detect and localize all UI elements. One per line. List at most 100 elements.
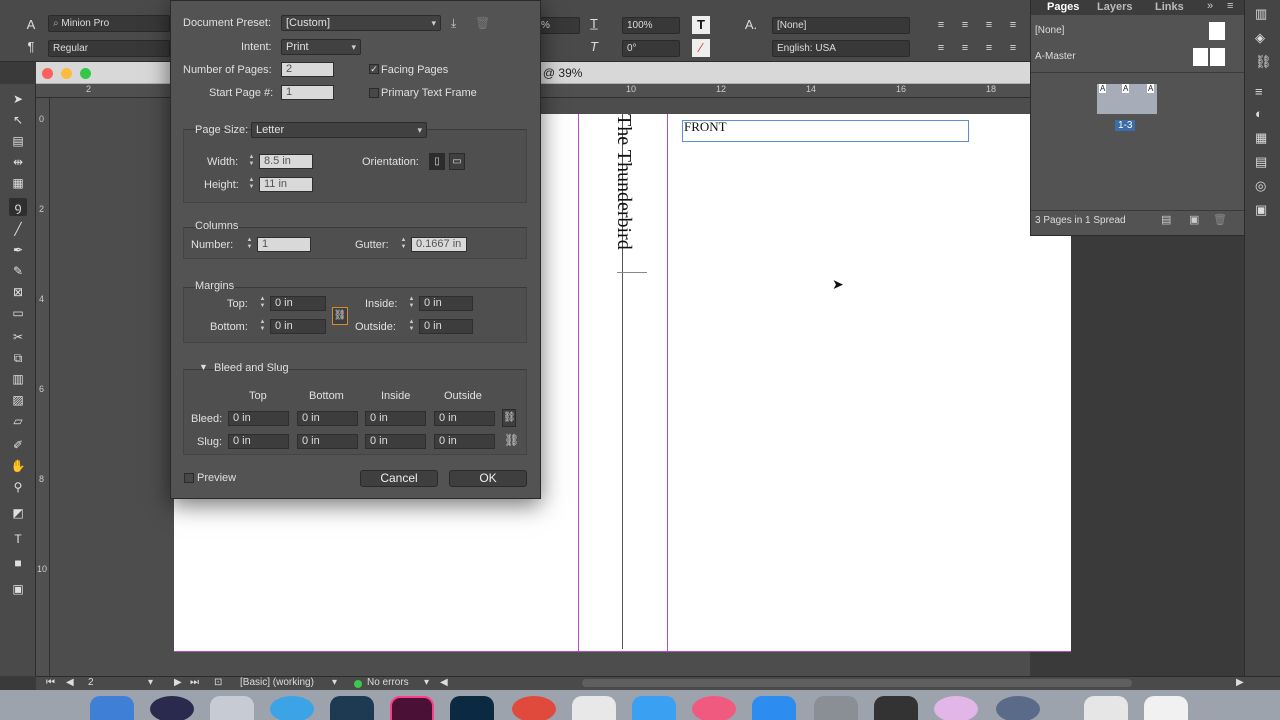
page-front[interactable]: FRONT [668,114,1071,651]
link-bleed-icon[interactable]: ⛓ [502,409,516,427]
last-page-icon[interactable]: ⏭ [190,677,199,688]
outside-field[interactable]: 0 in [419,319,473,334]
disk-utility-icon[interactable] [996,696,1040,720]
intent-select[interactable]: Print [281,39,361,55]
scroll-left-icon[interactable]: ◀ [440,677,448,688]
page-spine[interactable]: The Thunderbird [578,114,668,651]
swatches-panel-icon[interactable]: ▦ [1255,130,1267,146]
layers-panel-icon[interactable]: ◈ [1255,30,1265,46]
text-wrap-icon[interactable]: ▣ [1255,202,1267,218]
slug-top-field[interactable]: 0 in [228,434,289,449]
tracking-field[interactable]: % [536,17,580,34]
tab-layers[interactable]: Layers [1097,0,1132,15]
ok-button[interactable]: OK [449,470,527,487]
save-preset-icon[interactable]: ⤓ [451,16,456,31]
align-right-icon[interactable]: ≡ [980,16,998,34]
link-slug-icon[interactable]: ⛓ [504,433,519,447]
font-family-field[interactable]: ⌕ Minion Pro [48,15,170,32]
fill-stroke-icon[interactable]: ◩ [9,504,27,522]
font-style-field[interactable]: Regular [48,40,170,57]
number-stepper[interactable]: ▲ ▼ [245,237,254,252]
screen-mode-icon[interactable]: ▣ [9,580,27,598]
open-document-icon[interactable]: ⊡ [214,677,222,688]
justify-icon[interactable]: ≡ [1004,16,1022,34]
top-field[interactable]: 0 in [270,296,326,311]
finder-icon[interactable] [90,696,134,720]
top-stepper[interactable]: ▲ ▼ [258,296,267,311]
width-field[interactable]: 8.5 in [259,154,313,169]
landscape-orientation-icon[interactable]: ▭ [449,153,465,170]
pages-panel-icon[interactable]: ▥ [1255,6,1267,22]
chrome-icon[interactable] [512,696,556,720]
safari-icon[interactable] [270,696,314,720]
launchpad-icon[interactable] [210,696,254,720]
align-center-icon[interactable]: ≡ [956,16,974,34]
inside-stepper[interactable]: ▲ ▼ [407,296,416,311]
character-formatting-icon[interactable]: A [22,16,40,34]
outside-stepper[interactable]: ▲ ▼ [407,319,416,334]
height-stepper[interactable]: ▲ ▼ [247,177,256,192]
bleed-inside-field[interactable]: 0 in [365,411,426,426]
horizontal-scrollbar[interactable] [582,679,1132,687]
links-panel-icon[interactable]: ⛓ [1255,54,1272,70]
selection-tool-icon[interactable]: ➤ [9,90,27,108]
document-icon[interactable] [1084,696,1128,720]
gradient-swatch-tool-icon[interactable]: ▥ [9,370,27,388]
new-page-icon[interactable]: ▣ [1189,213,1199,226]
bottom-stepper[interactable]: ▲ ▼ [258,319,267,334]
height-field[interactable]: 11 in [259,177,313,192]
link-margins-icon[interactable]: ⛓ [332,307,348,325]
number-field[interactable]: 1 [257,237,311,252]
stroke-panel-icon[interactable]: ≡ [1255,84,1263,99]
align-left-icon[interactable]: ≡ [932,16,950,34]
vertical-scale-field[interactable]: 100% [622,17,680,34]
cc-libraries-icon[interactable]: ▤ [1255,154,1267,170]
preflight-status[interactable]: No errors [367,677,409,688]
twitter-icon[interactable] [632,696,676,720]
front-text-frame[interactable]: FRONT [682,120,969,142]
primary-text-frame-checkbox[interactable] [369,88,379,98]
free-transform-tool-icon[interactable]: ⧉ [9,349,27,367]
preset-select[interactable]: [Custom] [281,15,441,31]
page-size-select[interactable]: Letter [251,122,427,138]
color-panel-icon[interactable]: ◐ [1255,106,1263,121]
line-tool-icon[interactable]: ╱ [9,220,27,238]
spine-text[interactable]: The Thunderbird [612,114,635,250]
facing-pages-checkbox[interactable]: ✓ [369,64,379,74]
slug-inside-field[interactable]: 0 in [365,434,426,449]
inside-field[interactable]: 0 in [419,296,473,311]
delete-page-icon[interactable]: 🗑 [1213,213,1227,226]
activity-monitor-icon[interactable] [874,696,918,720]
gap-tool-icon[interactable]: ⇹ [9,153,27,171]
package-icon[interactable] [1144,696,1188,720]
page-dropdown-icon[interactable]: ▾ [148,677,153,688]
master-item-a[interactable]: A-Master [1031,45,1245,67]
bleed-slug-title[interactable]: Bleed and Slug [214,362,289,374]
portrait-orientation-icon[interactable]: ▯ [429,153,445,170]
slug-bottom-field[interactable]: 0 in [297,434,358,449]
gutter-stepper[interactable]: ▲ ▼ [399,237,408,252]
language-select[interactable]: English: USA [772,40,910,57]
slug-outside-field[interactable]: 0 in [434,434,495,449]
collapse-icon[interactable]: » [1207,0,1213,12]
delete-preset-icon[interactable]: 🗑 [475,16,490,30]
zoom-tool-icon[interactable]: ⚲ [9,478,27,496]
page-number[interactable]: 2 [88,677,94,688]
gradient-feather-tool-icon[interactable]: ▨ [9,391,27,409]
eyedropper-tool-icon[interactable]: ✐ [9,436,27,454]
panel-menu-icon[interactable]: ≡ [1227,0,1233,12]
width-stepper[interactable]: ▲ ▼ [247,154,256,169]
app-store-icon[interactable] [752,696,796,720]
note-tool-icon[interactable]: ▱ [9,412,27,430]
creative-cloud-icon[interactable]: ◎ [1255,178,1266,194]
indesign-icon[interactable] [390,696,434,720]
bottom-field[interactable]: 0 in [270,319,326,334]
type-on-path-tool-icon[interactable]: ꝯ [9,198,27,216]
pen-tool-icon[interactable]: ✒ [9,241,27,259]
cancel-button[interactable]: Cancel [360,470,438,487]
first-page-icon[interactable]: ⏮ [46,677,55,688]
apply-color-icon[interactable]: ■ [9,554,27,572]
skew-field[interactable]: 0° [622,40,680,57]
disclosure-triangle-icon[interactable]: ▼ [199,362,208,372]
content-collector-icon[interactable]: ▦ [9,174,27,192]
